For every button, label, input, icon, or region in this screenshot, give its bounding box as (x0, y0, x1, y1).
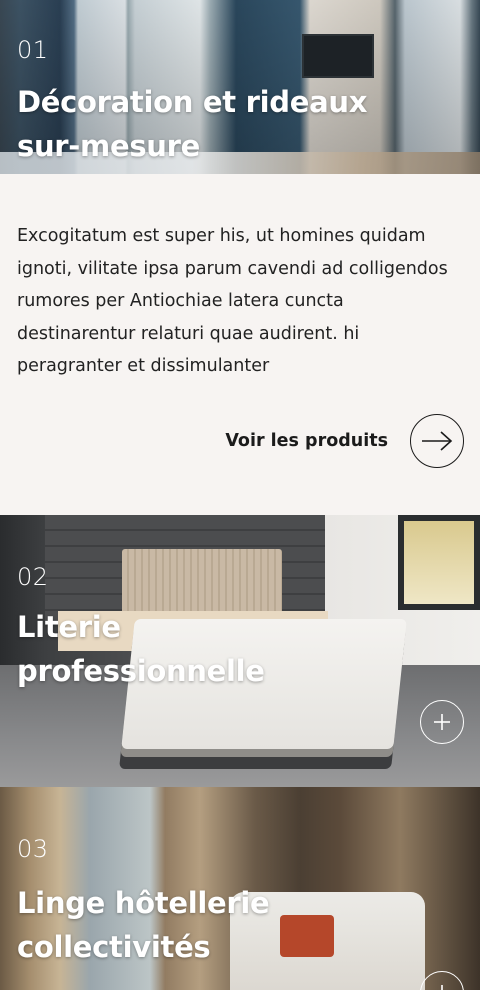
section-title: Literie professionnelle (17, 605, 457, 693)
section-title: Linge hôtellerie collectivités (17, 881, 457, 969)
section-linge-hotellerie[interactable]: 03 Linge hôtellerie collectivités (0, 787, 480, 990)
section-number: 03 (17, 835, 49, 863)
title-line-1: Literie (17, 610, 121, 644)
title-line-1: Linge hôtellerie (17, 886, 270, 920)
title-line-1: Décoration et rideaux (17, 85, 368, 119)
tv-image-detail (302, 34, 374, 78)
plus-icon[interactable] (420, 700, 464, 744)
section-literie-professionnelle[interactable]: 02 Literie professionnelle (0, 515, 480, 787)
cta-label: Voir les produits (225, 431, 388, 451)
section-decoration-rideaux[interactable]: 01 Décoration et rideaux sur-mesure (0, 0, 480, 174)
section-number: 02 (17, 563, 49, 591)
section-description: Excogitatum est super his, ut homines qu… (0, 174, 480, 515)
section-number: 01 (17, 36, 49, 64)
section-title: Décoration et rideaux sur-mesure (17, 80, 457, 168)
title-line-2: collectivités (17, 930, 211, 964)
voir-produits-link[interactable]: Voir les produits (225, 414, 464, 468)
arrow-right-icon[interactable] (410, 414, 464, 468)
title-line-2: professionnelle (17, 654, 265, 688)
description-text: Excogitatum est super his, ut homines qu… (17, 226, 448, 376)
window-detail (398, 515, 480, 610)
title-line-2: sur-mesure (17, 129, 201, 163)
